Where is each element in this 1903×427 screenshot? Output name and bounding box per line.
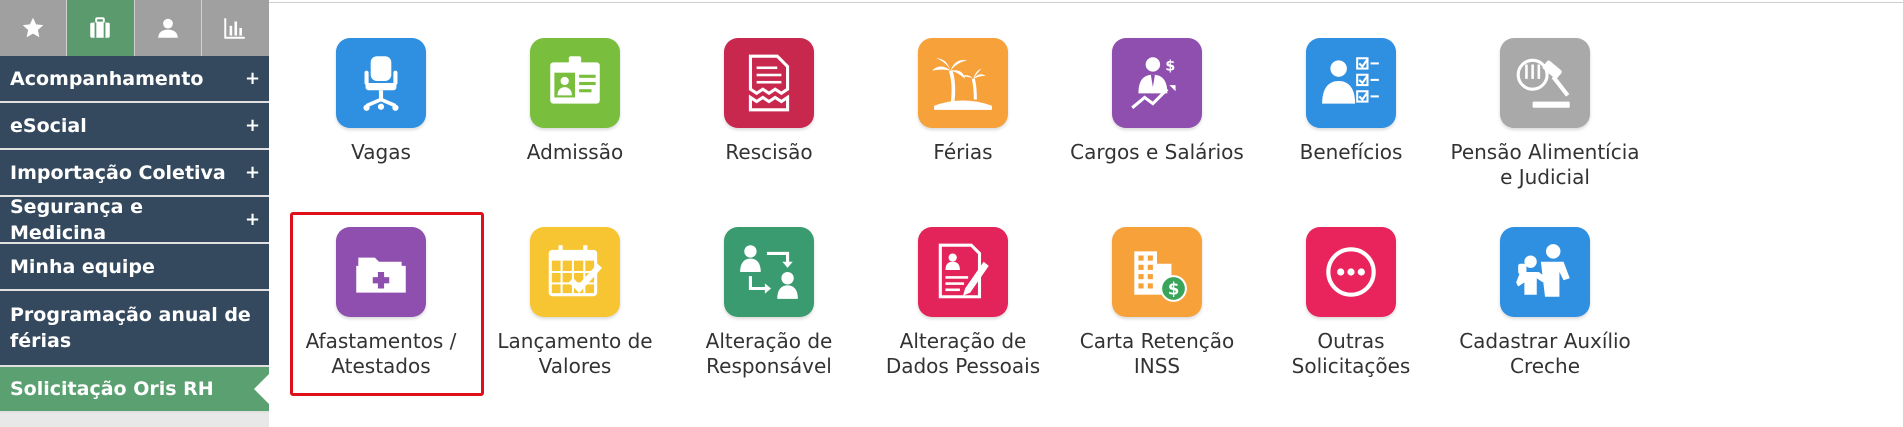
tile-icon-box[interactable] — [1306, 38, 1396, 128]
tile-icon-box[interactable] — [918, 38, 1008, 128]
tab-reports[interactable] — [201, 0, 269, 56]
tile-label: Pensão Alimentícia e Judicial — [1450, 140, 1640, 189]
tile-label: Admissão — [526, 140, 624, 164]
sidebar: Acompanhamento + eSocial + Importação Co… — [0, 0, 269, 427]
tile-icon-box[interactable] — [530, 227, 620, 317]
top-border-line — [269, 2, 1903, 3]
sidebar-item-esocial[interactable]: eSocial + — [0, 103, 269, 150]
tile-icon-box[interactable] — [918, 227, 1008, 317]
briefcase-icon — [90, 17, 111, 38]
svg-text:$: $ — [1168, 280, 1179, 299]
tile-pensao[interactable]: Pensão Alimentícia e Judicial — [1450, 38, 1640, 190]
tile-icon-box[interactable]: $ — [1112, 38, 1202, 128]
tile-icon-box[interactable] — [724, 227, 814, 317]
selection-highlight-box — [290, 212, 484, 396]
sidebar-tabs — [0, 0, 269, 56]
tile-alteracao-responsavel[interactable]: Alteração de Responsável — [674, 227, 864, 379]
tab-favorites[interactable] — [0, 0, 68, 56]
tile-label: Alteração de Responsável — [705, 329, 833, 378]
sidebar-item-label: eSocial — [10, 114, 87, 137]
tile-label: Vagas — [351, 140, 411, 164]
career-growth-icon: $ — [1131, 57, 1176, 109]
tile-alteracao-dados-pessoais[interactable]: Alteração de Dados Pessoais — [868, 227, 1058, 379]
tile-label: Outras Solicitações — [1291, 329, 1411, 378]
tile-label: Rescisão — [725, 140, 813, 164]
torn-document-icon — [748, 54, 790, 112]
tile-lancamento-valores[interactable]: Lançamento de Valores — [480, 227, 670, 379]
expand-plus-icon[interactable]: + — [245, 68, 260, 89]
sidebar-item-label: Acompanhamento — [10, 67, 204, 90]
active-pointer-icon — [254, 374, 269, 404]
tile-label: Carta Retenção INSS — [1079, 329, 1235, 378]
tile-vagas[interactable]: Vagas — [286, 38, 476, 165]
checklist-person-icon — [1322, 57, 1379, 104]
expand-plus-icon[interactable]: + — [245, 115, 260, 136]
expand-plus-icon[interactable]: + — [245, 209, 260, 230]
sidebar-item-importacao-coletiva[interactable]: Importação Coletiva + — [0, 150, 269, 197]
tile-cargos-salarios[interactable]: $ Cargos e Salários — [1062, 38, 1252, 165]
svg-text:$: $ — [1165, 59, 1175, 75]
tile-rescisao[interactable]: Rescisão — [674, 38, 864, 165]
tile-carta-retencao-inss[interactable]: $ Carta Retenção INSS — [1062, 227, 1252, 379]
tile-outras-solicitacoes[interactable]: Outras Solicitações — [1256, 227, 1446, 379]
tile-ferias[interactable]: Férias — [868, 38, 1058, 165]
tile-label: Lançamento de Valores — [497, 329, 653, 378]
sidebar-item-programacao-ferias[interactable]: Programação anual de férias — [0, 291, 269, 367]
star-icon — [22, 17, 44, 38]
tab-briefcase[interactable] — [67, 0, 135, 56]
tile-admissao[interactable]: Admissão — [480, 38, 670, 165]
palm-tree-icon — [932, 58, 992, 110]
building-money-icon: $ — [1134, 251, 1187, 302]
sidebar-item-label: Solicitação Oris RH — [10, 378, 214, 400]
sidebar-menu: Acompanhamento + eSocial + Importação Co… — [0, 56, 269, 413]
tile-icon-box[interactable] — [336, 38, 426, 128]
calendar-check-icon — [548, 245, 603, 297]
office-chair-icon — [363, 56, 399, 111]
mother-child-icon — [1516, 244, 1570, 297]
tile-icon-box[interactable] — [724, 38, 814, 128]
tile-icon-box[interactable]: $ — [1112, 227, 1202, 317]
bar-chart-icon — [224, 18, 246, 39]
expand-plus-icon[interactable]: + — [245, 162, 260, 183]
more-dots-icon — [1326, 247, 1376, 297]
tile-label: Benefícios — [1299, 140, 1403, 164]
tile-icon-box[interactable] — [1500, 38, 1590, 128]
tile-icon-box[interactable] — [1500, 227, 1590, 317]
tile-label: Cadastrar Auxílio Creche — [1459, 329, 1631, 378]
sidebar-item-label: Programação anual de férias — [10, 304, 251, 352]
tile-icon-box[interactable] — [530, 38, 620, 128]
sidebar-item-label: Minha equipe — [10, 255, 155, 278]
tile-beneficios[interactable]: Benefícios — [1256, 38, 1446, 165]
tile-label: Alteração de Dados Pessoais — [885, 329, 1041, 378]
sidebar-item-label: Segurança e Medicina — [10, 195, 143, 244]
swap-people-icon — [740, 245, 798, 299]
tile-label: Cargos e Salários — [1070, 140, 1244, 164]
tile-auxilio-creche[interactable]: Cadastrar Auxílio Creche — [1450, 227, 1640, 379]
tile-label: Férias — [933, 140, 993, 164]
sidebar-item-label: Importação Coletiva — [10, 161, 226, 184]
sidebar-item-minha-equipe[interactable]: Minha equipe — [0, 244, 269, 291]
tab-user[interactable] — [134, 0, 202, 56]
tile-icon-box[interactable] — [1306, 227, 1396, 317]
edit-document-icon — [938, 243, 989, 299]
gavel-icon — [1516, 58, 1570, 108]
user-icon — [157, 18, 178, 38]
id-card-icon — [550, 56, 600, 104]
sidebar-item-solicitacao-oris-rh[interactable]: Solicitação Oris RH — [0, 367, 269, 413]
sidebar-item-acompanhamento[interactable]: Acompanhamento + — [0, 56, 269, 103]
sidebar-item-seguranca-medicina[interactable]: Segurança e Medicina + — [0, 195, 269, 244]
